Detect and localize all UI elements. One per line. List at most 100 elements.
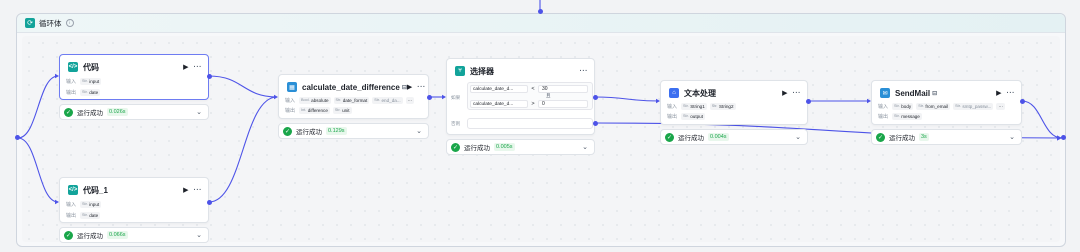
- chevron-down-icon[interactable]: ⌄: [196, 108, 202, 116]
- condition-group[interactable]: calculate_date_d... < 30 且 calculate_dat…: [467, 82, 593, 110]
- input-param: Str. from_email: [916, 102, 951, 110]
- output-row: 输出 Int. difference Str. unit: [285, 106, 352, 114]
- condition-operator[interactable]: <: [528, 86, 538, 92]
- run-icon[interactable]: ▶: [782, 89, 787, 97]
- more-params-tag: ···: [405, 96, 415, 104]
- duration-badge: 0.026s: [107, 108, 128, 116]
- output-param: Str. output: [681, 112, 705, 120]
- loop-entry-port[interactable]: [538, 9, 543, 14]
- more-icon[interactable]: ···: [580, 68, 589, 75]
- output-row: 输出 Str. message: [878, 112, 922, 120]
- else-branch[interactable]: [467, 118, 593, 129]
- output-param: Str. date: [80, 88, 101, 96]
- status-text: 运行成功: [296, 129, 322, 136]
- condition-right-operand[interactable]: 0: [538, 100, 588, 108]
- chevron-down-icon[interactable]: ⌄: [1009, 133, 1015, 141]
- selector-node[interactable]: ⑂ 选择器 ··· 如果 calculate_date_d... < 30 且 …: [446, 58, 595, 135]
- selector-status-bar[interactable]: ✓ 运行成功 0.005s ⌄: [446, 139, 595, 155]
- input-param: Str. smtp_passw...: [953, 102, 994, 110]
- else-branch-port[interactable]: [593, 121, 598, 126]
- success-check-icon: ✓: [64, 107, 73, 117]
- duration-badge: 0.066s: [107, 231, 128, 239]
- success-check-icon: ✓: [283, 126, 292, 136]
- input-param: Str. body: [892, 102, 914, 110]
- output-port[interactable]: [1020, 99, 1025, 104]
- code-status-bar[interactable]: ✓ 运行成功 0.026s ⌄: [59, 104, 209, 120]
- more-icon[interactable]: ···: [1007, 90, 1016, 97]
- input-row: 输入 Bool. absolute Str. date_format Str. end…: [285, 96, 415, 104]
- code1-status-bar[interactable]: ✓ 运行成功 0.066s ⌄: [59, 227, 209, 243]
- loop-header[interactable]: ⟳ 循环体 i: [17, 14, 1065, 33]
- status-text: 运行成功: [889, 135, 915, 142]
- condition-operator[interactable]: >: [528, 101, 538, 107]
- if-label: 如果: [451, 95, 461, 100]
- input-param: Str. input: [80, 200, 102, 208]
- code-node[interactable]: </> 代码 ▶ ··· 输入 Str. input 输出 Str. date: [59, 54, 209, 100]
- output-port[interactable]: [806, 99, 811, 104]
- output-port[interactable]: [207, 74, 212, 79]
- status-text: 运行成功: [678, 135, 704, 142]
- calc-status-bar[interactable]: ✓ 运行成功 0.129s ⌄: [278, 123, 429, 139]
- status-text: 运行成功: [77, 233, 103, 240]
- duration-badge: 0.004s: [708, 133, 729, 141]
- node-title: calculate_date_difference: [302, 82, 400, 92]
- chevron-down-icon[interactable]: ⌄: [416, 127, 422, 135]
- more-icon[interactable]: ···: [194, 64, 203, 71]
- duration-badge: 3s: [919, 133, 929, 141]
- code-icon: </>: [68, 62, 78, 72]
- status-text: 运行成功: [77, 110, 103, 117]
- text-processing-icon: ⌂: [669, 88, 679, 98]
- text-processing-node[interactable]: ⌂ 文本处理 ▶ ··· 输入 Str. String1 Str. String2 …: [660, 80, 808, 125]
- more-params-tag: ···: [996, 102, 1006, 110]
- else-label: 否则: [451, 121, 461, 126]
- run-icon[interactable]: ▶: [407, 83, 412, 91]
- output-port[interactable]: [207, 200, 212, 205]
- loop-start-port[interactable]: [15, 135, 20, 140]
- if-branch-port[interactable]: [593, 95, 598, 100]
- condition-row[interactable]: calculate_date_d... > 0: [470, 99, 590, 109]
- mail-icon: ✉: [880, 88, 890, 98]
- output-row: 输出 Str. output: [667, 112, 705, 120]
- sendmail-node[interactable]: ✉ SendMail ⊟ ▶ ··· 输入 Str. body Str. from_…: [871, 80, 1022, 125]
- input-row: 输入 Str. input: [66, 77, 102, 85]
- input-param: Str. String1: [681, 102, 707, 110]
- output-param: Str. date: [80, 211, 101, 219]
- sendmail-status-bar[interactable]: ✓ 运行成功 3s ⌄: [871, 129, 1022, 145]
- output-port[interactable]: [427, 95, 432, 100]
- condition-left-operand[interactable]: calculate_date_d...: [470, 85, 528, 93]
- input-param: Str. date_format: [333, 96, 370, 104]
- run-icon[interactable]: ▶: [183, 63, 188, 71]
- info-icon[interactable]: i: [65, 19, 74, 27]
- success-check-icon: ✓: [665, 132, 674, 142]
- output-param: Str. message: [892, 112, 922, 120]
- output-param: Str. unit: [332, 106, 352, 114]
- node-title: SendMail: [895, 88, 931, 98]
- calculate-date-difference-node[interactable]: ▦ calculate_date_difference ⊟ ▶ ··· 输入 B…: [278, 74, 429, 119]
- text-status-bar[interactable]: ✓ 运行成功 0.004s ⌄: [660, 129, 808, 145]
- condition-right-operand[interactable]: 30: [538, 85, 588, 93]
- loop-title: 循环体: [39, 18, 62, 28]
- input-row: 输入 Str. input: [66, 200, 102, 208]
- node-title: 代码_1: [83, 185, 108, 195]
- more-icon[interactable]: ···: [793, 90, 802, 97]
- run-icon[interactable]: ▶: [183, 186, 188, 194]
- loop-end-port[interactable]: [1061, 135, 1066, 140]
- status-text: 运行成功: [464, 145, 490, 152]
- input-param: Str. String2: [709, 102, 736, 110]
- output-param: Int. difference: [299, 106, 330, 114]
- node-title: 文本处理: [684, 88, 716, 98]
- workflow-canvas[interactable]: ⟳ 循环体 i </> 代码 ▶ ··· 输入 Str. input 输出 St…: [0, 0, 1080, 252]
- more-icon[interactable]: ···: [417, 84, 426, 91]
- plugin-icon: ▦: [287, 82, 297, 92]
- code1-node[interactable]: </> 代码_1 ▶ ··· 输入 Str. input 输出 Str. date: [59, 177, 209, 223]
- condition-row[interactable]: calculate_date_d... < 30: [470, 84, 590, 94]
- condition-left-operand[interactable]: calculate_date_d...: [470, 100, 528, 108]
- run-icon[interactable]: ▶: [996, 89, 1001, 97]
- more-icon[interactable]: ···: [194, 187, 203, 194]
- chevron-down-icon[interactable]: ⌄: [582, 143, 588, 151]
- chevron-down-icon[interactable]: ⌄: [196, 231, 202, 239]
- input-param: Bool. absolute: [299, 96, 331, 104]
- chevron-down-icon[interactable]: ⌄: [795, 133, 801, 141]
- input-param: Str. end_da...: [372, 96, 403, 104]
- input-row: 输入 Str. body Str. from_email Str. smtp_pass…: [878, 102, 1006, 110]
